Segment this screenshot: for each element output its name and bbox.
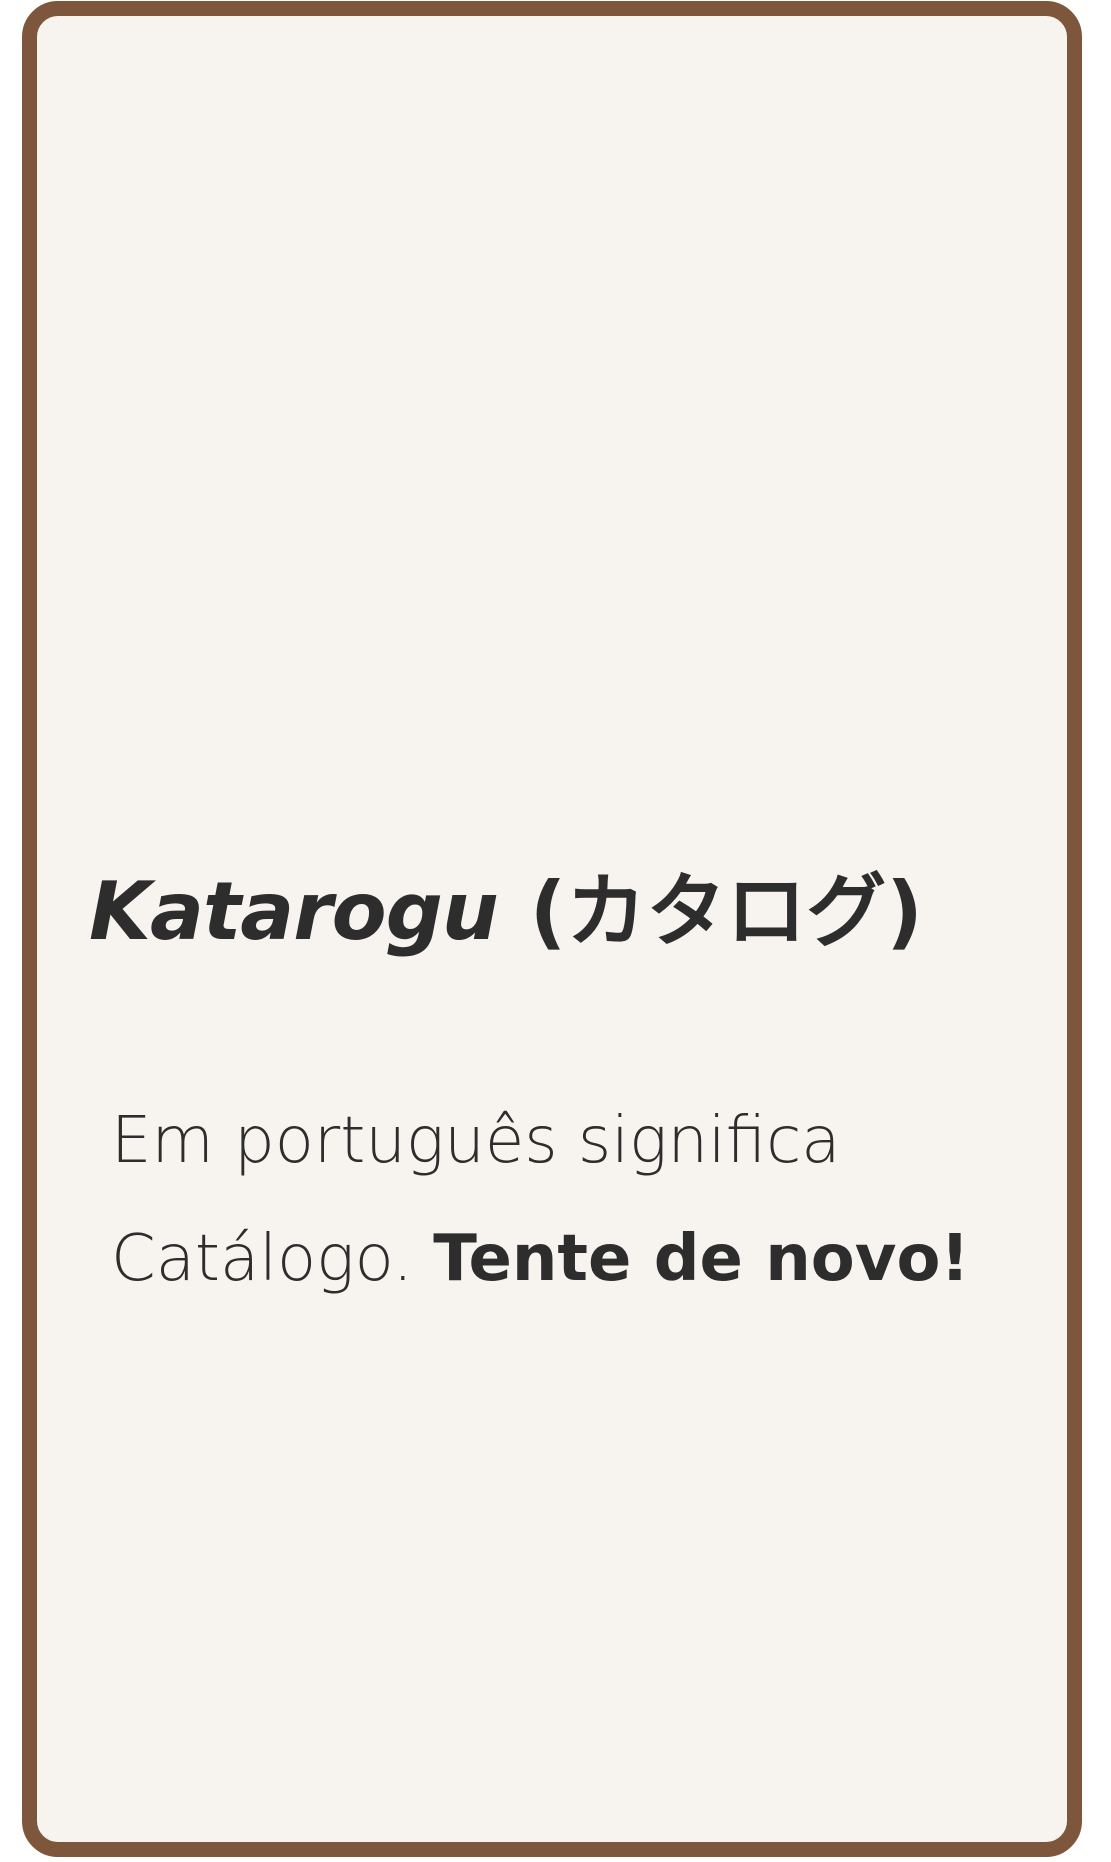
card-title: Katarogu (カタログ) xyxy=(89,868,923,956)
card-description: Em português significa Catálogo. Tente d… xyxy=(111,1082,1041,1318)
title-japanese: (カタログ) xyxy=(529,865,923,958)
title-word: Katarogu xyxy=(89,865,499,958)
try-again-message: Tente de novo! xyxy=(433,1222,970,1296)
result-card: Katarogu (カタログ) Em português significa C… xyxy=(22,1,1082,1857)
